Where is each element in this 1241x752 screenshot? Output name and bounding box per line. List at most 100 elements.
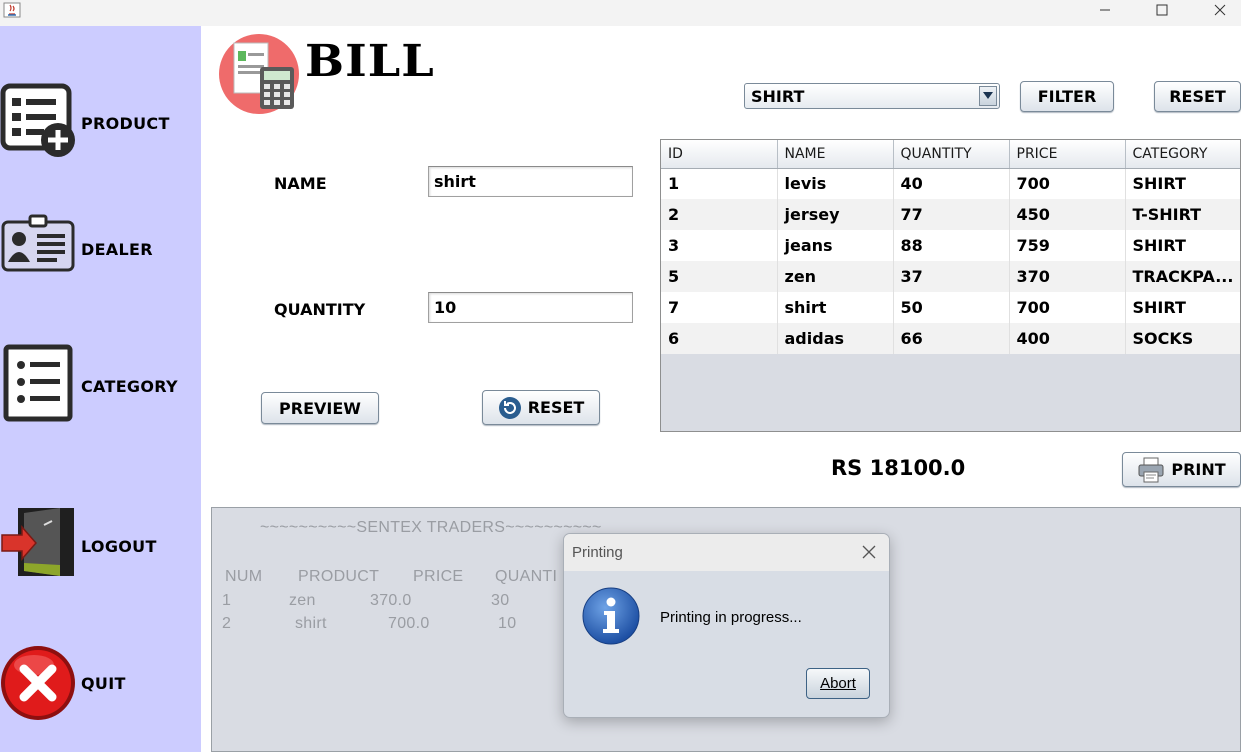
table-cell[interactable]: 450 — [1009, 199, 1126, 230]
table-row[interactable]: 7 shirt 50 700 SHIRT — [661, 292, 1240, 323]
column-header[interactable]: QUANTITY — [893, 140, 1010, 169]
preview-button[interactable]: PREVIEW — [261, 392, 379, 424]
minimize-icon — [1100, 9, 1110, 11]
table-cell[interactable]: 759 — [1009, 230, 1126, 261]
chevron-down-icon — [983, 92, 993, 99]
receipt-line-quantity: 30 — [491, 592, 510, 609]
sidebar-item-label: LOGOUT — [81, 537, 157, 556]
table-cell[interactable]: 50 — [893, 292, 1010, 323]
category-filter-value: SHIRT — [751, 87, 805, 106]
receipt-line-product: shirt — [295, 615, 327, 632]
table-cell[interactable]: levis — [777, 168, 894, 199]
receipt-column-price: PRICE — [413, 568, 464, 585]
dialog-titlebar: Printing — [564, 534, 889, 571]
category-filter-dropdown[interactable]: SHIRT — [744, 83, 1000, 109]
abort-button-label: Abort — [820, 675, 856, 692]
logout-door-icon — [1, 508, 74, 576]
table-row[interactable]: 5 zen 37 370 TRACKPA... — [661, 261, 1240, 292]
table-cell[interactable]: SOCKS — [1125, 323, 1240, 354]
table-cell[interactable]: shirt — [777, 292, 894, 323]
table-cell[interactable]: 1 — [661, 168, 778, 199]
table-cell[interactable]: 2 — [661, 199, 778, 230]
sidebar-item-product[interactable]: PRODUCT — [0, 80, 201, 160]
receipt-line-price: 370.0 — [370, 592, 412, 609]
quantity-label: QUANTITY — [274, 300, 366, 319]
receipt-column-quantity: QUANTI — [495, 568, 558, 585]
receipt-header: ~~~~~~~~~~SENTEX TRADERS~~~~~~~~~~ — [260, 519, 602, 536]
page-title: BILL — [305, 36, 435, 87]
dialog-title: Printing — [572, 544, 623, 561]
bill-calculator-logo-icon — [219, 34, 299, 114]
receipt-column-product: PRODUCT — [298, 568, 380, 585]
column-header[interactable]: PRICE — [1009, 140, 1126, 169]
name-label: NAME — [274, 174, 327, 193]
sidebar-item-label: CATEGORY — [81, 377, 178, 396]
name-field[interactable] — [428, 166, 633, 197]
close-icon[interactable] — [861, 544, 877, 560]
receipt-line-price: 700.0 — [388, 615, 430, 632]
receipt-line-product: zen — [289, 592, 316, 609]
table-row[interactable]: 2 jersey 77 450 T-SHIRT — [661, 199, 1240, 230]
filter-reset-button[interactable]: RESET — [1154, 81, 1241, 112]
bill-total: RS 18100.0 — [831, 456, 966, 480]
table-header-row: ID NAME QUANTITY PRICE CATEGORY — [661, 140, 1240, 169]
table-cell[interactable]: 66 — [893, 323, 1010, 354]
table-row[interactable]: 1 levis 40 700 SHIRT — [661, 168, 1240, 199]
table-cell[interactable]: jersey — [777, 199, 894, 230]
filter-button-label: FILTER — [1037, 87, 1097, 106]
close-window-button[interactable] — [1197, 0, 1241, 20]
print-button[interactable]: PRINT — [1122, 452, 1241, 487]
table-cell[interactable]: 37 — [893, 261, 1010, 292]
table-cell[interactable]: zen — [777, 261, 894, 292]
dealer-id-card-icon — [1, 214, 75, 272]
table-cell[interactable]: TRACKPA... — [1125, 261, 1240, 292]
abort-button[interactable]: Abort — [806, 668, 870, 699]
table-cell[interactable]: 77 — [893, 199, 1010, 230]
quantity-field[interactable] — [428, 292, 633, 323]
table-cell[interactable]: SHIRT — [1125, 168, 1240, 199]
table-cell[interactable]: 3 — [661, 230, 778, 261]
column-header[interactable]: CATEGORY — [1125, 140, 1240, 169]
table-cell[interactable]: jeans — [777, 230, 894, 261]
table-cell[interactable]: 88 — [893, 230, 1010, 261]
products-table[interactable]: ID NAME QUANTITY PRICE CATEGORY 1 levis … — [660, 139, 1241, 432]
java-app-icon — [3, 2, 21, 18]
table-cell[interactable]: SHIRT — [1125, 230, 1240, 261]
sidebar-item-logout[interactable]: LOGOUT — [0, 503, 201, 583]
dropdown-arrow[interactable] — [979, 86, 997, 106]
table-cell[interactable]: SHIRT — [1125, 292, 1240, 323]
minimize-button[interactable] — [1082, 0, 1128, 20]
table-cell[interactable]: 700 — [1009, 168, 1126, 199]
table-cell[interactable]: 40 — [893, 168, 1010, 199]
info-icon — [582, 587, 640, 645]
table-cell[interactable]: 5 — [661, 261, 778, 292]
table-row[interactable]: 6 adidas 66 400 SOCKS — [661, 323, 1240, 354]
reset-button-label: RESET — [527, 398, 585, 417]
table-cell[interactable]: 700 — [1009, 292, 1126, 323]
window-titlebar — [0, 0, 1241, 26]
table-cell[interactable]: 370 — [1009, 261, 1126, 292]
form-reset-button[interactable]: RESET — [482, 390, 600, 425]
table-cell[interactable]: adidas — [777, 323, 894, 354]
receipt-line-num: 1 — [222, 592, 232, 609]
receipt-column-num: NUM — [225, 568, 263, 585]
column-header[interactable]: NAME — [777, 140, 894, 169]
filter-reset-label: RESET — [1169, 87, 1226, 106]
sidebar-item-dealer[interactable]: DEALER — [0, 206, 201, 286]
sidebar-item-quit[interactable]: QUIT — [0, 643, 201, 723]
reset-refresh-icon — [498, 396, 521, 419]
table-cell[interactable]: 6 — [661, 323, 778, 354]
filter-button[interactable]: FILTER — [1020, 81, 1114, 112]
product-add-icon — [0, 83, 75, 157]
sidebar-item-category[interactable]: CATEGORY — [0, 343, 201, 423]
table-row[interactable]: 3 jeans 88 759 SHIRT — [661, 230, 1240, 261]
sidebar-item-label: QUIT — [81, 674, 126, 693]
sidebar: PRODUCT DEALER CATEGORY LOGOUT QUIT — [0, 26, 201, 752]
maximize-button[interactable] — [1139, 0, 1185, 20]
column-header[interactable]: ID — [661, 140, 778, 169]
table-cell[interactable]: 7 — [661, 292, 778, 323]
receipt-line-num: 2 — [222, 615, 232, 632]
table-cell[interactable]: T-SHIRT — [1125, 199, 1240, 230]
table-cell[interactable]: 400 — [1009, 323, 1126, 354]
dialog-message: Printing in progress... — [660, 609, 802, 626]
